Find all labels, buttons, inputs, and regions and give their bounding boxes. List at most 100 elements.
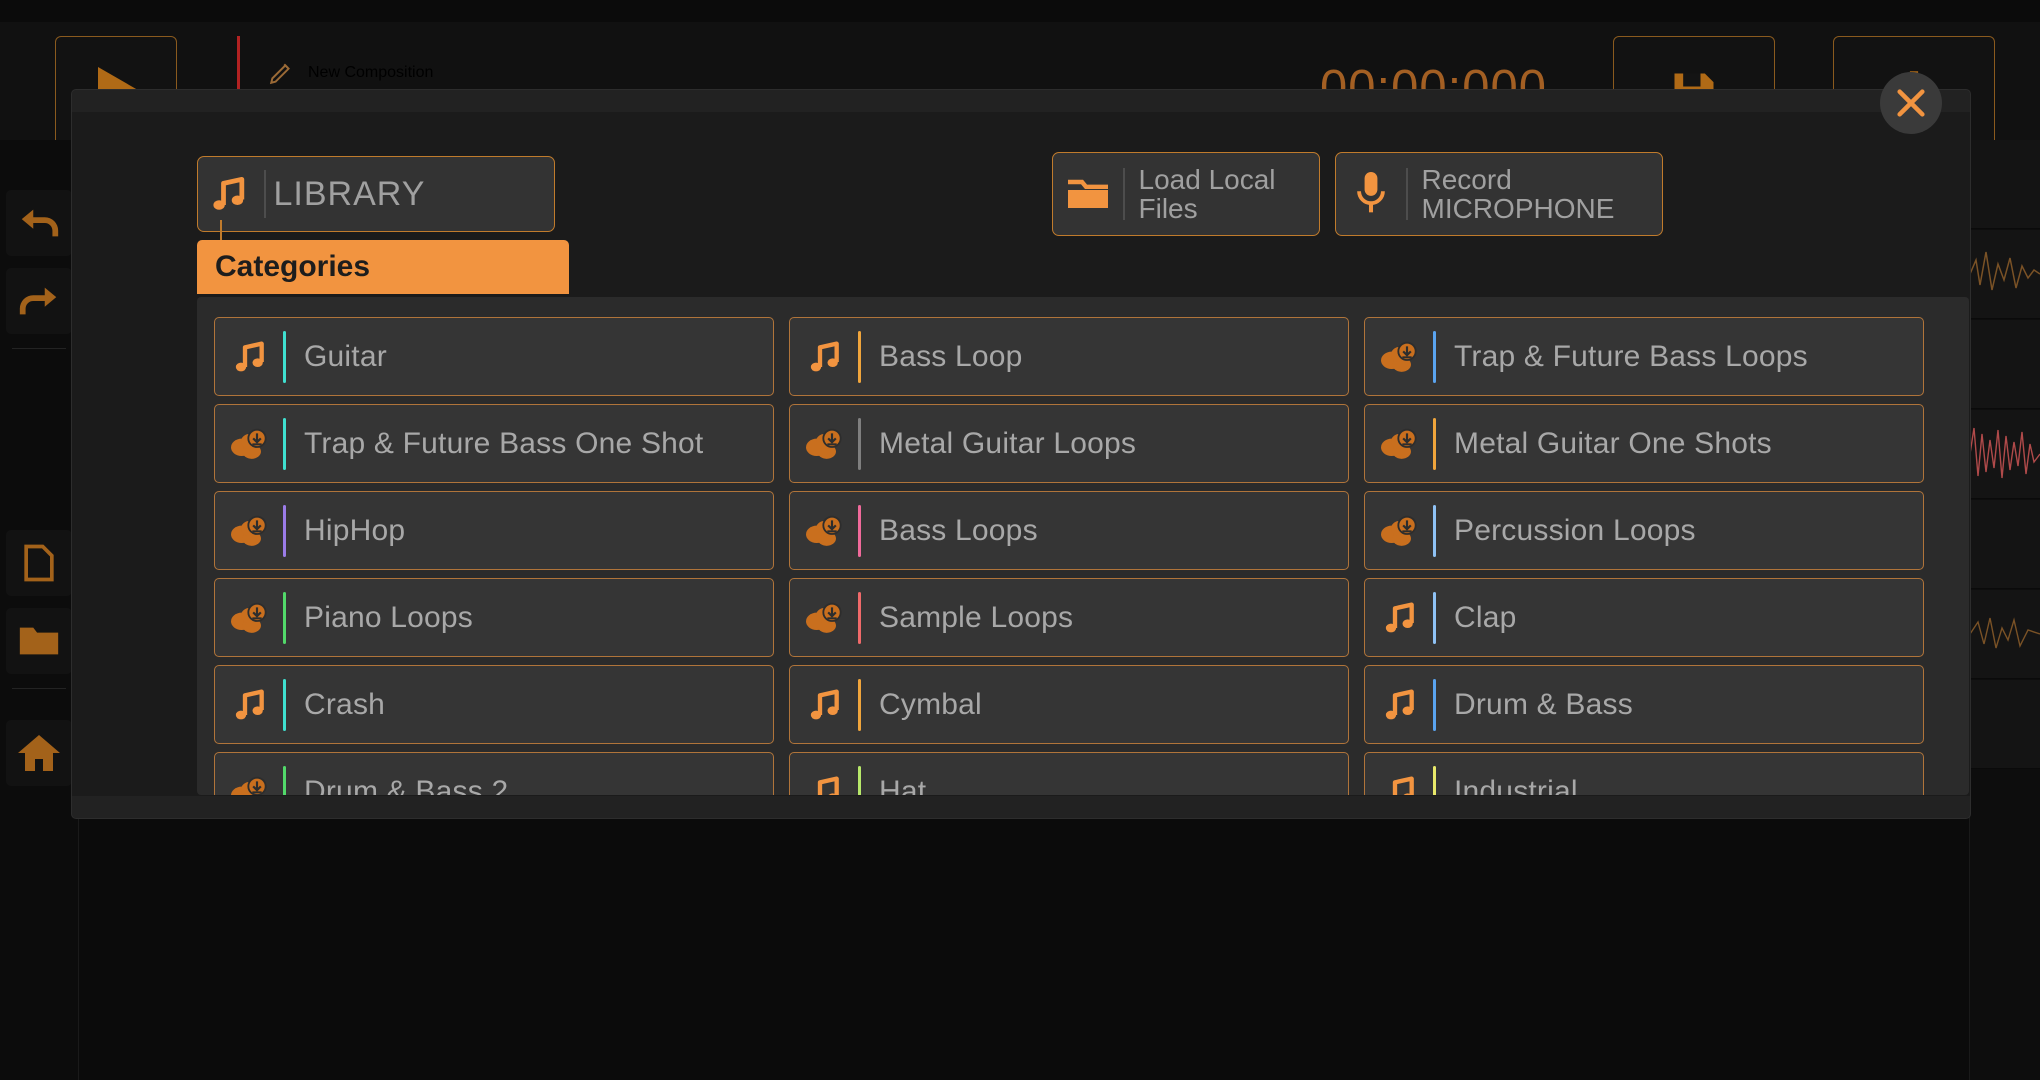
library-tab[interactable]: LIBRARY: [197, 156, 555, 232]
close-x-icon: [1897, 89, 1925, 117]
cloud-download-icon: [1369, 337, 1431, 377]
category-accent-bar: [283, 678, 286, 731]
track-preview[interactable]: [1970, 320, 2040, 409]
category-label: Piano Loops: [304, 600, 474, 634]
button-divider: [1406, 168, 1408, 220]
music-note-icon: [1369, 772, 1431, 795]
music-note-icon: [1369, 598, 1431, 638]
library-modal-body: LIBRARY Load Local Files Record MICROPHO…: [72, 112, 1970, 796]
category-label: Trap & Future Bass Loops: [1454, 339, 1808, 373]
file-page-icon: [24, 544, 54, 582]
category-cell[interactable]: Hat: [789, 752, 1349, 795]
track-preview-rail: [1969, 140, 2040, 1080]
cloud-download-icon: [794, 511, 856, 551]
track-preview[interactable]: [1970, 500, 2040, 589]
library-tab-label: LIBRARY: [273, 174, 426, 213]
category-accent-bar: [858, 504, 861, 557]
cloud-download-icon: [1369, 511, 1431, 551]
microphone-icon: [1336, 168, 1406, 220]
music-note-icon: [219, 337, 281, 377]
category-label: Trap & Future Bass One Shot: [304, 426, 704, 460]
load-local-files-button[interactable]: Load Local Files: [1052, 152, 1320, 236]
category-cell[interactable]: Crash: [214, 665, 774, 744]
category-cell[interactable]: Guitar: [214, 317, 774, 396]
cloud-download-icon: [219, 598, 281, 638]
category-accent-bar: [283, 591, 286, 644]
category-cell[interactable]: HipHop: [214, 491, 774, 570]
load-local-files-label: Load Local Files: [1138, 163, 1276, 224]
redo-button[interactable]: [6, 268, 72, 334]
category-cell[interactable]: Bass Loop: [789, 317, 1349, 396]
category-label: Crash: [304, 687, 386, 721]
category-label: Percussion Loops: [1454, 513, 1696, 547]
category-label: Cymbal: [879, 687, 982, 721]
left-toolbar: [0, 140, 79, 1080]
category-label: Drum & Bass: [1454, 687, 1633, 721]
category-cell[interactable]: Trap & Future Bass One Shot: [214, 404, 774, 483]
undo-button[interactable]: [6, 190, 72, 256]
category-accent-bar: [1433, 504, 1436, 557]
category-accent-bar: [1433, 591, 1436, 644]
folder-icon: [19, 627, 59, 655]
category-accent-bar: [283, 330, 286, 383]
music-note-icon: [219, 685, 281, 725]
button-divider: [1123, 168, 1125, 220]
category-label: Industrial: [1454, 774, 1578, 796]
category-label: Hat: [879, 774, 927, 796]
category-cell[interactable]: Industrial: [1364, 752, 1924, 795]
category-label: HipHop: [304, 513, 406, 547]
category-cell[interactable]: Sample Loops: [789, 578, 1349, 657]
category-cell[interactable]: Cymbal: [789, 665, 1349, 744]
category-cell[interactable]: Bass Loops: [789, 491, 1349, 570]
new-file-button[interactable]: [6, 530, 72, 596]
cloud-download-icon: [794, 424, 856, 464]
category-accent-bar: [858, 678, 861, 731]
record-microphone-label: Record MICROPHONE: [1421, 163, 1615, 224]
category-cell[interactable]: Percussion Loops: [1364, 491, 1924, 570]
category-cell[interactable]: Trap & Future Bass Loops: [1364, 317, 1924, 396]
cloud-download-icon: [219, 772, 281, 795]
category-cell[interactable]: Drum & Bass: [1364, 665, 1924, 744]
track-preview[interactable]: [1970, 590, 2040, 679]
categories-panel: Guitar Bass Loop Trap & Future Bass Loops T…: [197, 297, 1969, 795]
category-accent-bar: [1433, 330, 1436, 383]
open-folder-button[interactable]: [6, 608, 72, 674]
home-button[interactable]: [6, 720, 72, 786]
category-cell[interactable]: Metal Guitar Loops: [789, 404, 1349, 483]
pencil-edit-icon: [269, 63, 290, 85]
category-cell[interactable]: Drum & Bass 2: [214, 752, 774, 795]
category-label: Metal Guitar One Shots: [1454, 426, 1772, 460]
record-microphone-button[interactable]: Record MICROPHONE: [1335, 152, 1663, 236]
category-accent-bar: [1433, 678, 1436, 731]
category-accent-bar: [858, 417, 861, 470]
category-label: Metal Guitar Loops: [879, 426, 1137, 460]
category-label: Bass Loop: [879, 339, 1023, 373]
category-accent-bar: [858, 591, 861, 644]
track-preview[interactable]: [1970, 140, 2040, 229]
category-label: Bass Loops: [879, 513, 1038, 547]
undo-arrow-icon: [21, 209, 59, 237]
close-modal-button[interactable]: [1880, 72, 1942, 134]
category-accent-bar: [283, 504, 286, 557]
categories-tab-label: Categories: [215, 250, 371, 283]
category-accent-bar: [1433, 417, 1436, 470]
track-preview[interactable]: [1970, 230, 2040, 319]
track-preview[interactable]: [1970, 410, 2040, 499]
rail-divider-2: [12, 688, 66, 689]
category-label: Sample Loops: [879, 600, 1074, 634]
music-note-icon: [794, 772, 856, 795]
rail-divider: [12, 348, 66, 349]
track-preview[interactable]: [1970, 680, 2040, 769]
folder-open-icon: [1053, 170, 1123, 218]
category-cell[interactable]: Metal Guitar One Shots: [1364, 404, 1924, 483]
categories-tab[interactable]: Categories: [197, 240, 569, 294]
music-note-icon: [1369, 685, 1431, 725]
cloud-download-icon: [794, 598, 856, 638]
category-label: Drum & Bass 2: [304, 774, 509, 796]
music-note-icon: [794, 337, 856, 377]
category-cell[interactable]: Piano Loops: [214, 578, 774, 657]
category-cell[interactable]: Clap: [1364, 578, 1924, 657]
tab-connector: [220, 220, 222, 242]
category-label: Guitar: [304, 339, 387, 373]
composition-title-row[interactable]: New Composition: [268, 60, 433, 86]
